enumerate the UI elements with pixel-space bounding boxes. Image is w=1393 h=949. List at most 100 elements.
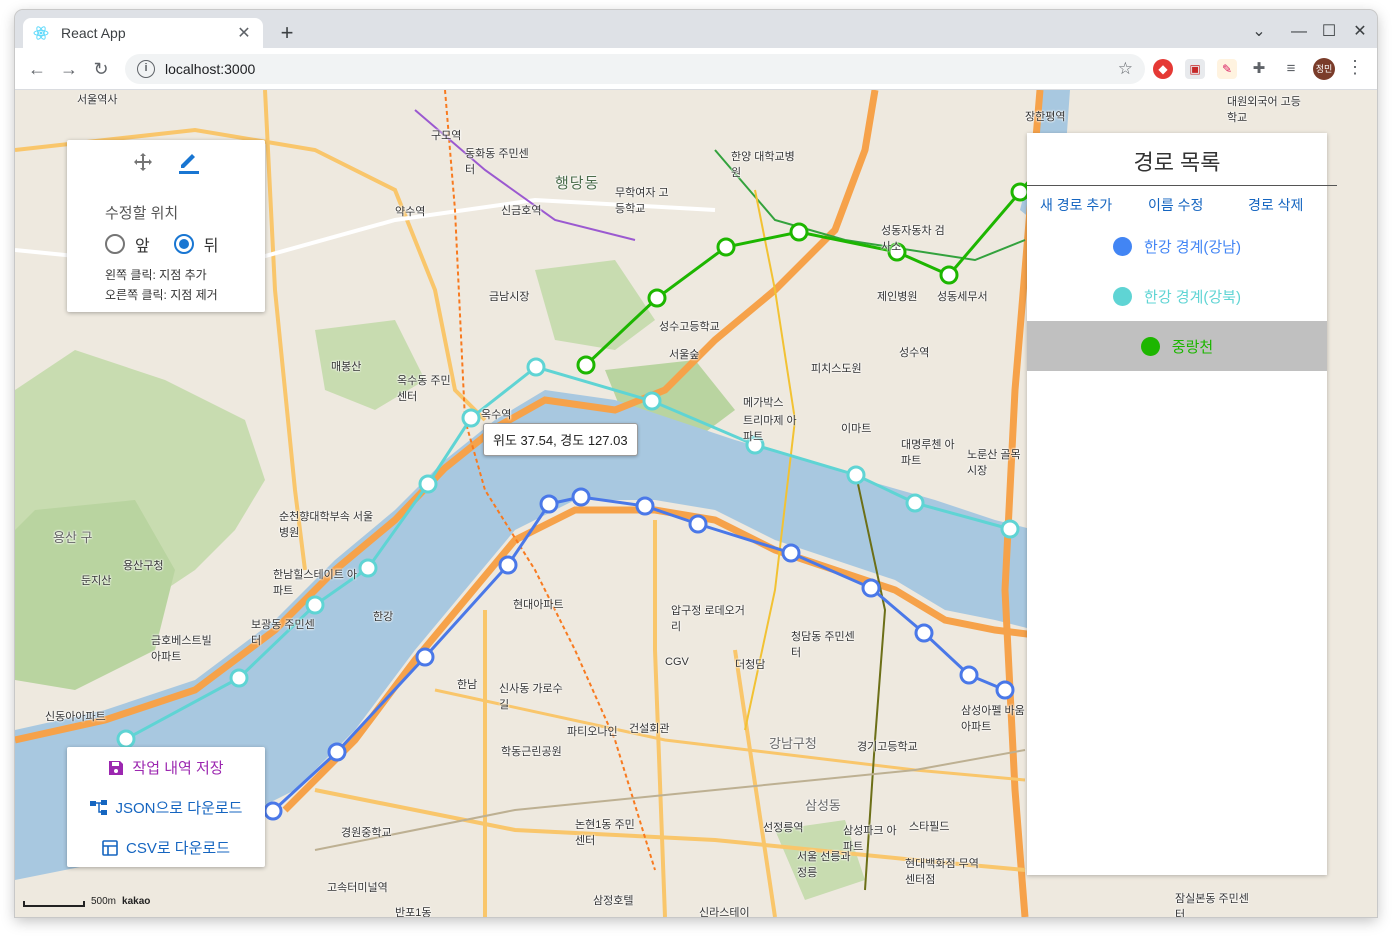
forward-arrow-icon[interactable]: → (57, 57, 81, 81)
browser-toolbar: ← → ↻ i localhost:3000 ☆ ◆ ▣ ✎ ✚ ≡ 정민 ⋮ (15, 48, 1377, 90)
map-label: 건설회관 (629, 723, 670, 735)
kakao-logo: kakao (122, 896, 151, 907)
map-label: 피치스도원 (811, 363, 862, 375)
map-label: 스타필드 (909, 821, 950, 833)
reload-icon[interactable]: ↻ (89, 57, 113, 81)
map-label: 대원외국어 고등학교 (1227, 96, 1301, 124)
map-label: 서울역사 (77, 94, 118, 106)
radio-back[interactable] (173, 234, 194, 254)
extensions-puzzle-icon[interactable]: ✚ (1249, 59, 1269, 79)
map-label: 반포1동 (395, 907, 432, 917)
route-item-gangnam[interactable]: 한강 경계(강남) (1027, 221, 1327, 271)
minimize-icon[interactable]: — (1287, 20, 1311, 44)
route-item-gangbuk[interactable]: 한강 경계(강북) (1027, 271, 1327, 321)
radio-back-label: 뒤 (203, 238, 219, 255)
coordinate-tooltip: 위도 37.54, 경도 127.03 (483, 423, 638, 456)
download-csv-label: CSV로 다운로드 (125, 840, 230, 857)
map-label: 현대아파트 (513, 599, 564, 611)
hint-right-click: 오른쪽 클릭: 지점 제거 (105, 288, 218, 302)
map-viewport[interactable]: 서울역사 용산구청 용산 구 둔지산 한남힐스테이트 아파트 보광동 주민센터 … (15, 90, 1377, 917)
rename-route-button[interactable]: 이름 수정 (1148, 195, 1203, 215)
map-label: 제인병원 (877, 291, 918, 303)
map-label: 삼성동 (805, 798, 841, 813)
save-work-label: 작업 내역 저장 (132, 760, 224, 777)
route-list-title: 경로 목록 (1133, 150, 1221, 175)
map-label: 무학여자 고등학교 (615, 187, 669, 215)
edit-position-title: 수정할 위치 (105, 205, 179, 222)
map-label: 한강 (373, 611, 394, 623)
map-label: 약수역 (395, 206, 426, 218)
map-label: 행당동 (555, 175, 600, 192)
reading-list-icon[interactable]: ≡ (1281, 59, 1301, 79)
map-label: 성동세무서 (937, 291, 988, 303)
floppy-disk-icon (109, 760, 124, 775)
route-name: 중랑천 (1171, 338, 1214, 356)
route-name: 한강 경계(강북) (1144, 288, 1241, 306)
hint-left-click: 왼쪽 클릭: 지점 추가 (105, 268, 207, 282)
ublock-extension-icon[interactable]: ◆ (1153, 59, 1173, 79)
radio-front[interactable] (105, 234, 125, 254)
download-csv-button[interactable]: CSV로 다운로드 (67, 837, 265, 858)
map-label: 파티오나인 (567, 726, 618, 738)
map-label: 서울 선릉과정릉 (797, 851, 851, 879)
map-label: 신금호역 (501, 205, 542, 217)
download-json-button[interactable]: JSON으로 다운로드 (67, 797, 265, 818)
edit-mode-button[interactable] (177, 150, 201, 174)
map-label: 구모역 (431, 130, 462, 142)
tab-search-icon[interactable]: ⌄ (1247, 20, 1271, 44)
save-work-button[interactable]: 작업 내역 저장 (67, 757, 265, 778)
tab-close-icon[interactable]: ✕ (235, 23, 253, 43)
map-label: 트리마제 아파트 (743, 415, 797, 443)
react-logo-icon (33, 26, 49, 40)
map-label: 신동아아파트 (45, 711, 106, 723)
main-road-5 (653, 520, 667, 917)
scale-line (23, 901, 85, 907)
map-label: 장한평역 (1025, 111, 1066, 123)
map-label: 금호베스트빌 아파트 (151, 635, 212, 663)
route-list-divider (1027, 185, 1337, 186)
map-label: 경기고등학교 (857, 741, 918, 753)
move-arrows-icon (134, 153, 152, 171)
maximize-icon[interactable]: ☐ (1317, 20, 1341, 44)
route-item-jungnangcheon[interactable]: 중랑천 (1027, 321, 1327, 371)
browser-window: React App ✕ + ⌄ — ☐ ✕ ← → ↻ i localhost:… (15, 10, 1377, 917)
window-close-icon[interactable]: ✕ (1348, 20, 1372, 44)
map-label: 논현1동 주민센터 (575, 819, 635, 847)
map-label: 둔지산 (81, 575, 112, 587)
delete-route-button[interactable]: 경로 삭제 (1248, 195, 1303, 215)
tab-strip: React App ✕ + ⌄ — ☐ ✕ (15, 10, 1377, 48)
save-panel: 작업 내역 저장 JSON으로 다운로드 CSV로 다운로드 (67, 747, 265, 867)
back-arrow-icon[interactable]: ← (25, 57, 49, 81)
screenshot-extension-icon[interactable]: ▣ (1185, 59, 1205, 79)
address-bar[interactable]: i localhost:3000 ☆ (125, 54, 1145, 84)
map-label: 한양 대학교병원 (731, 151, 795, 179)
json-tree-icon (89, 799, 107, 815)
route-color-dot (1113, 286, 1133, 306)
map-label: 성수고등학교 (659, 321, 720, 333)
route-color-dot (1113, 236, 1133, 256)
map-label: 삼성아펠 바움아파트 (961, 705, 1025, 733)
add-route-button[interactable]: 새 경로 추가 (1040, 195, 1112, 215)
subway-line-9 (314, 749, 1026, 851)
move-mode-button[interactable] (131, 150, 155, 174)
scale-label: 500m (91, 896, 117, 907)
map-label: 용산구청 (123, 560, 164, 572)
map-label: CGV (665, 656, 689, 668)
more-menu-icon[interactable]: ⋮ (1345, 57, 1365, 78)
profile-avatar[interactable]: 정민 (1313, 58, 1335, 80)
map-label: 압구정 로데오거리 (671, 605, 745, 633)
map-label: 학동근린공원 (501, 746, 562, 758)
edit-mode-toolbar (67, 150, 265, 174)
map-label: 성동자동차 검사소 (881, 225, 945, 253)
map-label: 순천향대학부속 서울병원 (279, 511, 374, 539)
map-label: 매봉산 (331, 361, 362, 373)
bookmark-star-icon[interactable]: ☆ (1118, 59, 1133, 79)
new-tab-button[interactable]: + (275, 20, 299, 46)
color-picker-extension-icon[interactable]: ✎ (1217, 59, 1237, 79)
site-info-icon[interactable]: i (137, 60, 155, 78)
map-label: 청담동 주민센터 (791, 631, 855, 659)
route-list-panel: 경로 목록 새 경로 추가 이름 수정 경로 삭제 한강 경계(강남) 한강 경… (1027, 133, 1337, 875)
map-label: 신라스테이 (699, 907, 750, 917)
browser-tab[interactable]: React App ✕ (23, 18, 263, 48)
map-label: 현대백화점 무역센터점 (905, 858, 979, 886)
